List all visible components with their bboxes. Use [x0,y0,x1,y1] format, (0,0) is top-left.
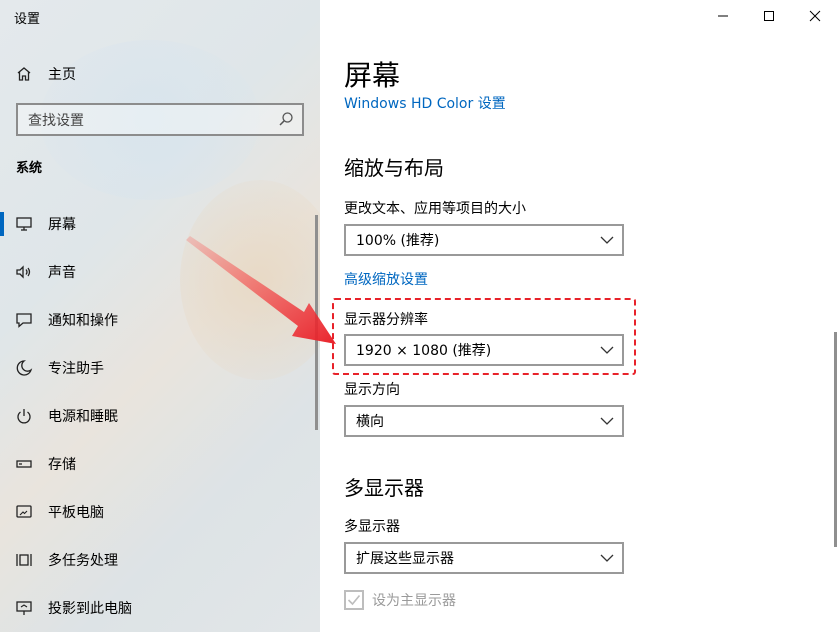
hd-color-link[interactable]: Windows HD Color 设置 [344,93,506,113]
sidebar-item-label: 平板电脑 [48,505,104,521]
scale-section-title: 缩放与布局 [344,156,444,180]
sidebar-item-label: 声音 [48,265,76,281]
sidebar-item-focus-assist[interactable]: 专注助手 [0,344,320,392]
search-placeholder: 查找设置 [28,112,84,129]
checkmark-icon [347,594,361,606]
sidebar-item-label: 电源和睡眠 [48,409,118,425]
multi-display-section-title: 多显示器 [344,476,424,500]
notification-icon [0,304,48,336]
main-display-checkbox-row[interactable]: 设为主显示器 [344,590,456,610]
sidebar-item-projection[interactable]: 投影到此电脑 [0,584,320,632]
multi-display-dropdown[interactable]: 扩展这些显示器 [344,542,624,574]
multi-display-value: 扩展这些显示器 [356,551,454,567]
main-display-checkbox[interactable] [344,590,364,610]
search-input[interactable]: 查找设置 [16,103,304,136]
moon-icon [0,352,48,384]
chevron-down-icon [600,236,614,244]
multi-display-label: 多显示器 [344,519,400,535]
sidebar-item-label: 通知和操作 [48,313,118,329]
sidebar-item-label: 专注助手 [48,361,104,377]
chevron-down-icon [600,417,614,425]
sidebar-item-storage[interactable]: 存储 [0,440,320,488]
scale-value: 100% (推荐) [356,233,440,249]
app-title: 设置 [14,12,41,27]
sidebar-item-label: 屏幕 [48,217,76,233]
orientation-dropdown[interactable]: 横向 [344,405,624,437]
page-title: 屏幕 [344,59,401,92]
projection-icon [0,592,48,624]
active-indicator [0,212,4,236]
home-nav-item[interactable]: 主页 [0,58,320,90]
orientation-label: 显示方向 [344,382,400,398]
advanced-scaling-link[interactable]: 高级缩放设置 [344,269,428,289]
sidebar-nav: 屏幕 声音 通知和操作 专注助手 电源和睡眠 存储 平板电脑 多任务处理 投影到… [0,200,320,632]
sidebar: 设置 主页 查找设置 系统 屏幕 声音 通知和操作 专注助手 电源和睡眠 存储 … [0,0,320,632]
main-scrollbar[interactable] [834,332,837,547]
sidebar-item-label: 投影到此电脑 [48,601,132,617]
sidebar-item-notifications[interactable]: 通知和操作 [0,296,320,344]
resolution-value: 1920 × 1080 (推荐) [356,343,492,359]
scale-dropdown[interactable]: 100% (推荐) [344,224,624,256]
section-heading: 系统 [16,161,43,176]
scale-label: 更改文本、应用等项目的大小 [344,201,526,217]
sidebar-item-sound[interactable]: 声音 [0,248,320,296]
chevron-down-icon [600,554,614,562]
monitor-icon [0,208,48,240]
storage-icon [0,448,48,480]
tablet-icon [0,496,48,528]
main-content: 屏幕 Windows HD Color 设置 缩放与布局 更改文本、应用等项目的… [320,0,838,632]
multitask-icon [0,544,48,576]
speaker-icon [0,256,48,288]
power-icon [0,400,48,432]
home-label: 主页 [48,67,76,83]
search-icon[interactable] [278,111,294,127]
sidebar-item-label: 存储 [48,457,76,473]
sidebar-item-label: 多任务处理 [48,553,118,569]
sidebar-scrollbar[interactable] [315,215,318,430]
main-display-label: 设为主显示器 [372,593,456,609]
sidebar-item-multitasking[interactable]: 多任务处理 [0,536,320,584]
chevron-down-icon [600,346,614,354]
sidebar-item-power[interactable]: 电源和睡眠 [0,392,320,440]
sidebar-item-display[interactable]: 屏幕 [0,200,320,248]
resolution-label: 显示器分辨率 [344,312,428,328]
sidebar-item-tablet[interactable]: 平板电脑 [0,488,320,536]
home-icon [0,58,48,90]
resolution-dropdown[interactable]: 1920 × 1080 (推荐) [344,334,624,366]
orientation-value: 横向 [356,414,384,430]
